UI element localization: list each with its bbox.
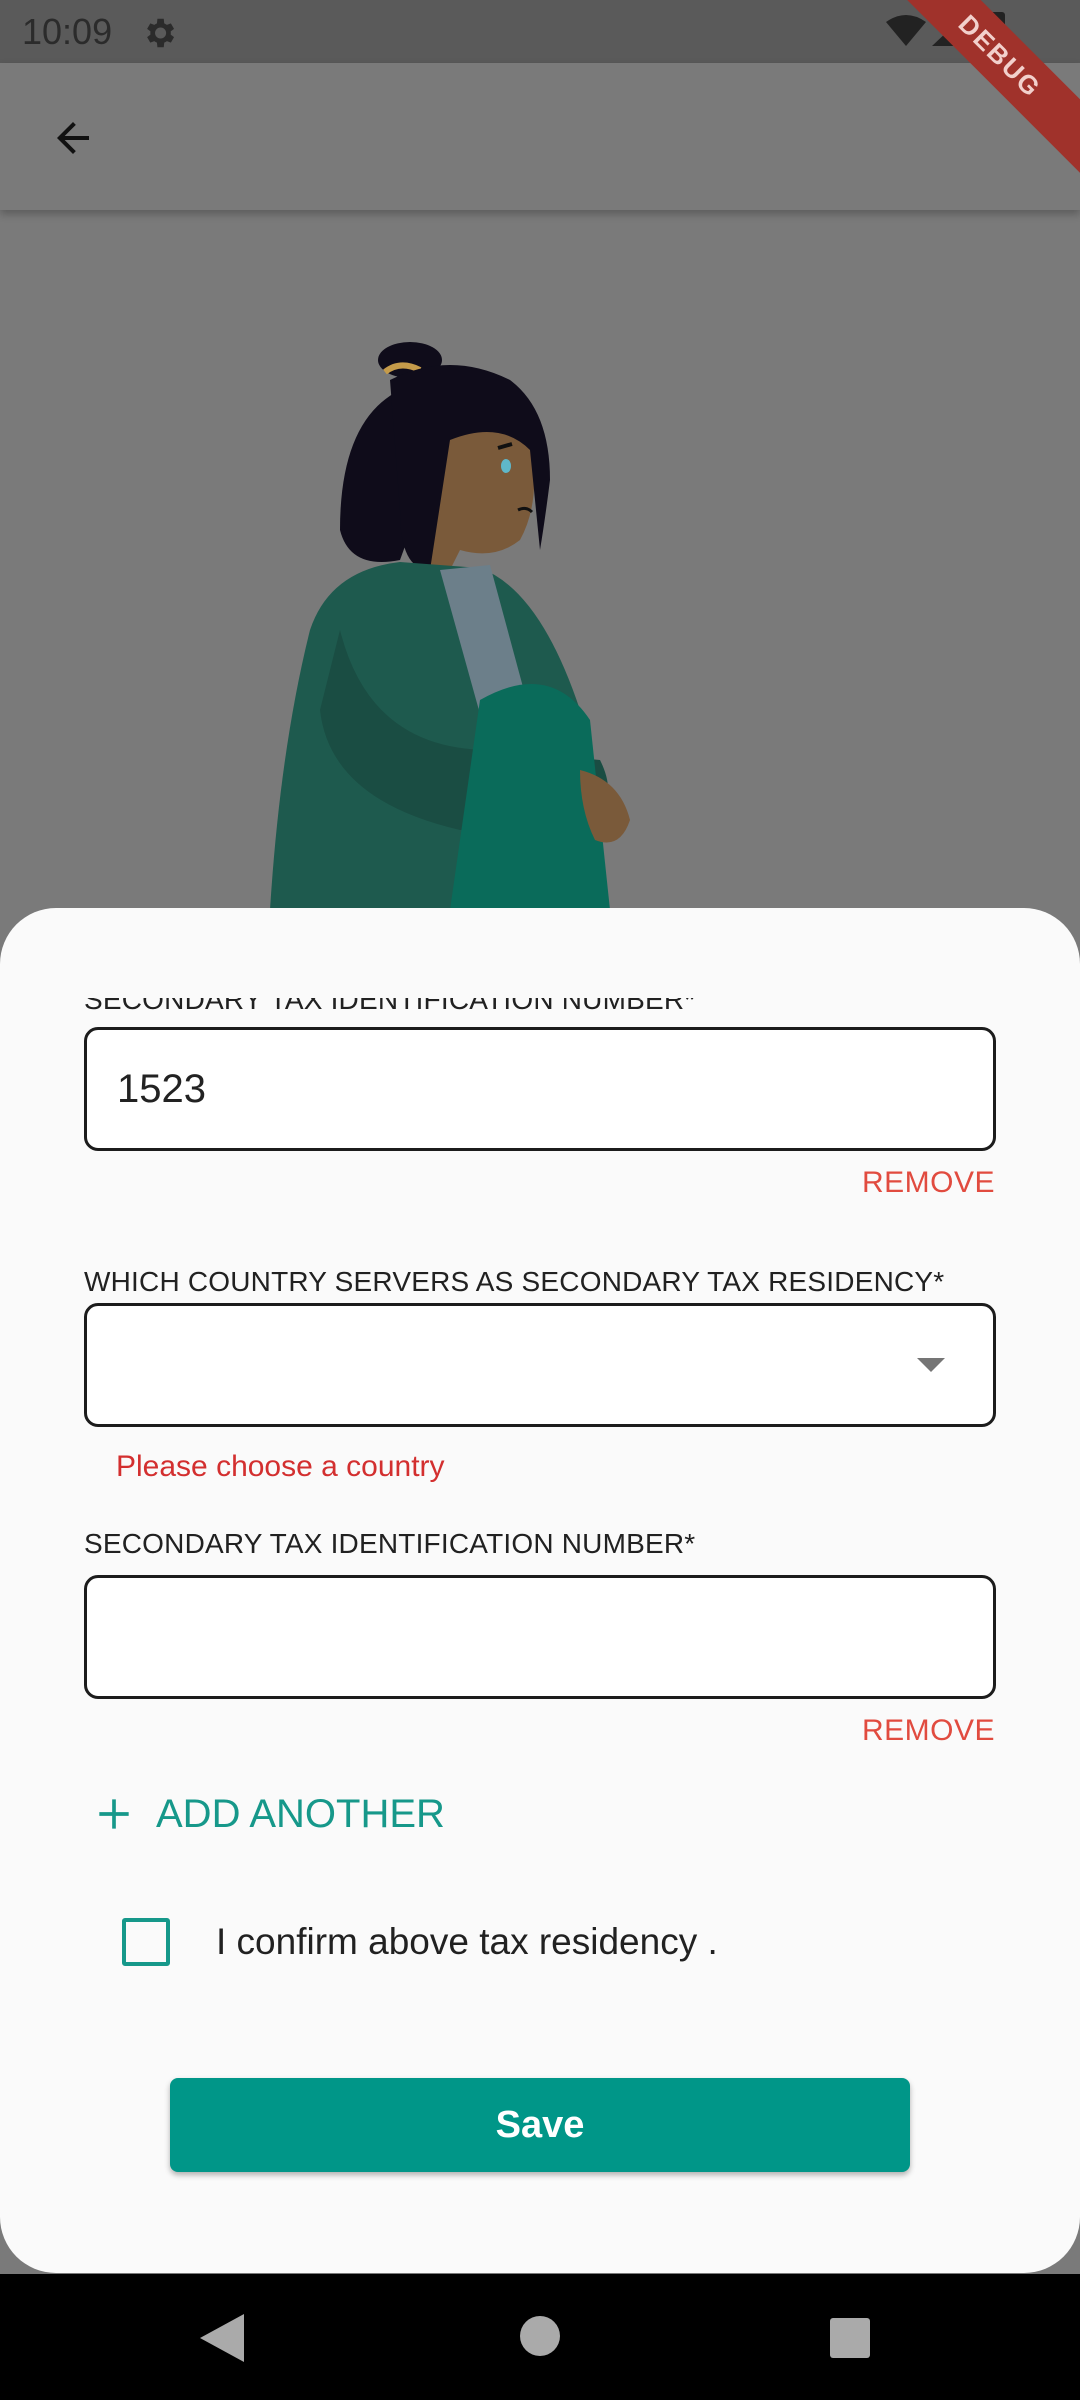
confirm-text: I confirm above tax residency . xyxy=(216,1921,718,1962)
remove-button-top[interactable]: REMOVE xyxy=(862,1166,995,1200)
settings-gear-icon xyxy=(147,18,175,48)
remove-button-bottom[interactable]: REMOVE xyxy=(862,1714,995,1748)
nav-home-icon[interactable] xyxy=(520,2316,560,2356)
nav-back-icon[interactable] xyxy=(200,2314,244,2362)
tin-label-bottom: SECONDARY TAX IDENTIFICATION NUMBER* xyxy=(84,1528,696,1559)
status-time: 10:09 xyxy=(22,11,113,52)
system-nav-bar xyxy=(0,2274,1080,2400)
tin-input-top-value: 1523 xyxy=(117,1067,206,1111)
app-bar xyxy=(0,63,1080,210)
tin-input-bottom[interactable] xyxy=(84,1575,996,1699)
tin-input-top[interactable]: 1523 xyxy=(84,1027,996,1151)
add-another-button[interactable]: ADD ANOTHER xyxy=(92,1784,445,1844)
confirm-checkbox[interactable] xyxy=(122,1918,170,1966)
country-label: WHICH COUNTRY SERVERS AS SECONDARY TAX R… xyxy=(84,1266,945,1297)
arrow-back-icon xyxy=(57,122,89,154)
save-button[interactable]: Save xyxy=(170,2078,910,2172)
tin-label-top: SECONDARY TAX IDENTIFICATION NUMBER* xyxy=(84,984,696,1015)
country-dropdown[interactable] xyxy=(84,1303,996,1427)
back-button[interactable] xyxy=(40,105,106,171)
wifi-icon xyxy=(886,15,926,46)
plus-icon xyxy=(99,1799,129,1829)
nav-recents-icon[interactable] xyxy=(830,2318,870,2358)
confirm-row: I confirm above tax residency . xyxy=(122,1912,718,1972)
tax-residency-sheet: SECONDARY TAX IDENTIFICATION NUMBER* 152… xyxy=(0,908,1080,2273)
sad-woman-illustration xyxy=(270,342,630,910)
dropdown-arrow-icon xyxy=(917,1358,945,1372)
country-error: Please choose a country xyxy=(116,1450,445,1483)
add-another-label: ADD ANOTHER xyxy=(156,1791,445,1836)
